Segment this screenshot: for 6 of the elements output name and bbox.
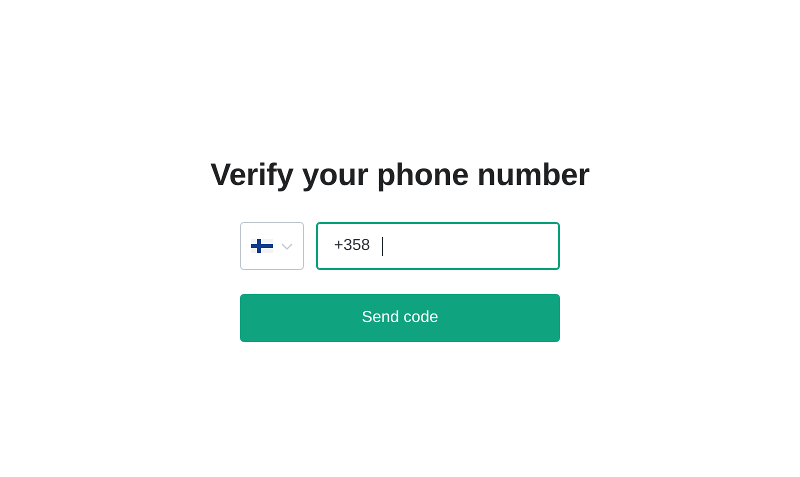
country-select[interactable] (240, 222, 304, 270)
text-cursor (382, 236, 384, 256)
chevron-down-icon (281, 242, 293, 250)
page-title: Verify your phone number (210, 156, 590, 194)
finland-flag-icon (251, 239, 273, 254)
phone-input-field[interactable]: +358 (316, 222, 560, 270)
